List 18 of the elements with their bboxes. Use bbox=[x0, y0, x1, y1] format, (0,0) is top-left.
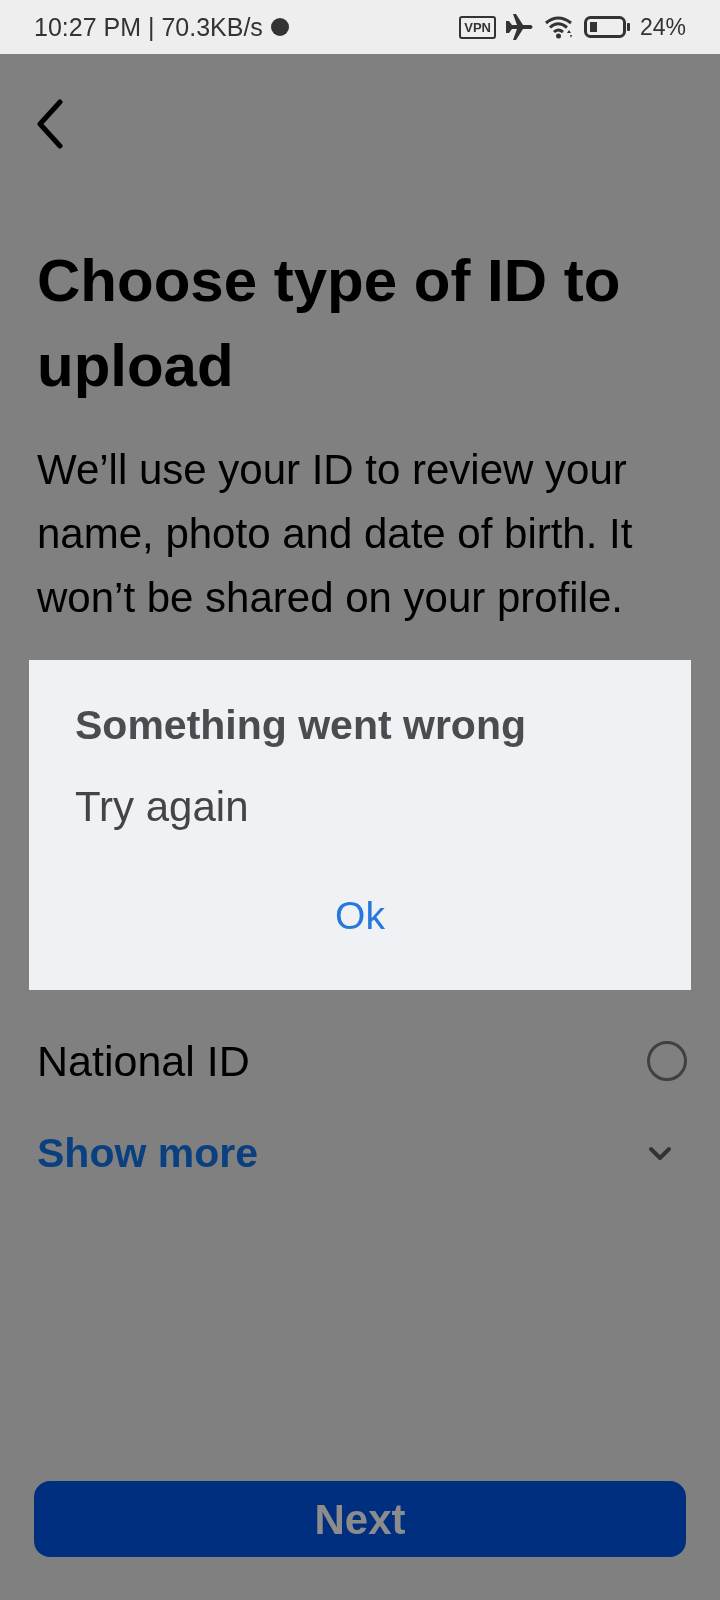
vpn-badge: VPN bbox=[459, 15, 496, 39]
show-more-button[interactable]: Show more bbox=[0, 1123, 720, 1183]
status-time-speed: 10:27 PM | 70.3KB/s bbox=[34, 14, 263, 40]
dialog-message: Try again bbox=[75, 784, 250, 830]
page-title: Choose type of ID to upload bbox=[37, 246, 622, 401]
dot-icon bbox=[270, 18, 289, 36]
page-description: We’ll use your ID to review your name, photo and date of birth. It won’t be shared on your profile. bbox=[37, 445, 634, 623]
id-option[interactable]: National ID bbox=[0, 1031, 720, 1091]
dialog-title: Something went wrong bbox=[75, 702, 527, 748]
option-label: National ID bbox=[37, 1036, 250, 1086]
wifi-icon bbox=[543, 15, 574, 39]
airplane-icon bbox=[505, 14, 534, 40]
radio-button[interactable] bbox=[647, 1041, 687, 1081]
ok-button[interactable]: Ok bbox=[311, 876, 409, 956]
battery-percent: 24% bbox=[639, 15, 686, 39]
chevron-icon bbox=[648, 1145, 672, 1161]
battery-icon bbox=[583, 16, 630, 38]
back-icon bbox=[36, 99, 64, 149]
